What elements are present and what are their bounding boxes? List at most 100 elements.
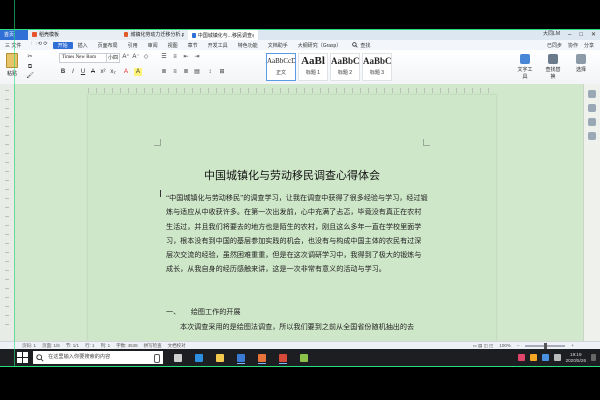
volume-icon[interactable] bbox=[553, 354, 561, 361]
strikethrough-icon[interactable]: A bbox=[89, 68, 97, 76]
style-sample: AaBbC bbox=[363, 56, 392, 66]
increase-indent-icon[interactable]: ⇥ bbox=[193, 53, 201, 61]
cut-icon[interactable]: ✂ bbox=[26, 53, 34, 61]
side-tool-icon[interactable] bbox=[588, 104, 596, 112]
text-tools-button[interactable]: 文字工具 bbox=[516, 54, 534, 80]
align-left-icon[interactable]: ≣ bbox=[160, 68, 168, 76]
menu-home[interactable]: 开始 bbox=[52, 41, 73, 49]
pptx-icon bbox=[124, 32, 129, 37]
minimize-icon[interactable]: – bbox=[568, 32, 571, 38]
menu-chapters[interactable]: 章节 bbox=[183, 42, 203, 49]
font-color-icon[interactable]: A bbox=[122, 68, 130, 76]
subscript-icon[interactable]: x₂ bbox=[109, 68, 117, 76]
explorer-taskbar-button[interactable] bbox=[213, 351, 227, 364]
align-right-icon[interactable]: ≣ bbox=[182, 68, 190, 76]
menu-review[interactable]: 审阅 bbox=[143, 42, 163, 49]
style-heading-2[interactable]: AaBbC 标题 2 bbox=[330, 53, 360, 81]
grow-font-icon[interactable]: A⁺ bbox=[122, 53, 130, 61]
menu-insert[interactable]: 插入 bbox=[73, 42, 93, 49]
align-center-icon[interactable]: ≡ bbox=[171, 68, 179, 76]
justify-icon[interactable]: ▤ bbox=[193, 68, 201, 76]
document-title[interactable]: 中国城镇化与劳动移民调查心得体会 bbox=[88, 167, 496, 183]
maximize-icon[interactable]: □ bbox=[579, 32, 583, 38]
menu-features[interactable]: 特色功能 bbox=[233, 42, 263, 49]
style-gallery: AaBbCcDd 正文 AaBl 标题 1 AaBbC 标题 2 AaBbC 标… bbox=[266, 53, 392, 81]
body-paragraph[interactable]: 本次调查采用的是绘图法调查，所以我们要到之前从全国省份随机抽出的去 bbox=[166, 320, 428, 334]
superscript-icon[interactable]: x² bbox=[99, 68, 107, 76]
side-tool-icon[interactable] bbox=[588, 90, 596, 98]
tray-app-icon[interactable] bbox=[529, 354, 537, 361]
network-icon[interactable] bbox=[541, 354, 549, 361]
numbering-icon[interactable]: ≡ bbox=[171, 53, 179, 61]
text-tools-icon bbox=[520, 54, 530, 64]
zoom-slider[interactable] bbox=[525, 343, 566, 349]
wps-presentation-taskbar-button[interactable] bbox=[255, 351, 269, 364]
menu-outline[interactable]: 大纲研究（Grasp） bbox=[293, 42, 347, 49]
menu-view[interactable]: 视图 bbox=[163, 42, 183, 49]
search-label: 查找 bbox=[360, 42, 371, 49]
close-icon[interactable]: ✕ bbox=[591, 31, 596, 38]
border-icon[interactable]: ⊞ bbox=[218, 68, 226, 76]
overlay-frame-left bbox=[14, 0, 15, 366]
quick-access-icons[interactable]: 🗀 ⟲ ⟳ bbox=[26, 41, 52, 49]
select-button[interactable]: 选择 bbox=[572, 54, 590, 80]
user-name[interactable]: 大同LM bbox=[543, 29, 560, 40]
paste-label: 粘贴 bbox=[6, 71, 17, 77]
find-replace-button[interactable]: 查找替换 bbox=[544, 54, 562, 80]
wps-writer-taskbar-button[interactable] bbox=[234, 351, 248, 364]
side-tool-icon[interactable] bbox=[588, 132, 596, 140]
menu-references[interactable]: 引用 bbox=[123, 42, 143, 49]
menu-dev-tools[interactable]: 开发工具 bbox=[203, 42, 233, 49]
tab-presentation[interactable]: 城镇化劳动力迁移分析.pptx bbox=[120, 29, 188, 40]
section-heading[interactable]: 一、 绘图工作的开展 bbox=[166, 305, 428, 319]
style-normal[interactable]: AaBbCcDd 正文 bbox=[266, 53, 296, 81]
menu-page-layout[interactable]: 页面布局 bbox=[93, 42, 123, 49]
decrease-indent-icon[interactable]: ⇤ bbox=[182, 53, 190, 61]
line-spacing-icon[interactable]: ↕ bbox=[206, 68, 214, 76]
menu-doc-assistant[interactable]: 文档助手 bbox=[263, 42, 293, 49]
tool-label: 查找替换 bbox=[545, 67, 561, 80]
media-taskbar-button[interactable] bbox=[297, 351, 311, 364]
side-toolbar bbox=[583, 84, 600, 341]
bold-icon[interactable]: B bbox=[59, 68, 67, 76]
bullets-icon[interactable]: ☰ bbox=[160, 53, 168, 61]
style-heading-1[interactable]: AaBl 标题 1 bbox=[298, 53, 328, 81]
taskbar-search-box[interactable]: 在这里输入你要搜索的内容 bbox=[33, 351, 163, 364]
paste-button[interactable]: 粘贴 bbox=[5, 53, 19, 79]
format-painter-icon[interactable]: 🖌 bbox=[26, 72, 34, 80]
style-heading-3[interactable]: AaBbC 标题 3 bbox=[362, 53, 392, 81]
microphone-icon[interactable] bbox=[154, 354, 160, 363]
sync-status[interactable]: 已同步 bbox=[547, 42, 562, 49]
document-area[interactable]: 中国城镇化与劳动移民调查心得体会 “中国城镇化与劳动移民”的调查学习，让我在调查… bbox=[0, 84, 600, 341]
highlight-icon[interactable]: A bbox=[134, 68, 142, 76]
search-placeholder: 在这里输入你要搜索的内容 bbox=[48, 354, 111, 360]
copy-icon[interactable]: ⧉ bbox=[26, 63, 34, 71]
clock[interactable]: 19:19 2020/5/26 bbox=[566, 352, 586, 364]
clock-date: 2020/5/26 bbox=[565, 357, 586, 363]
font-size-select[interactable]: 小四 bbox=[106, 53, 120, 63]
tray-app-icon[interactable] bbox=[517, 354, 525, 361]
notification-icon[interactable] bbox=[591, 354, 596, 361]
document-page[interactable]: 中国城镇化与劳动移民调查心得体会 “中国城镇化与劳动移民”的调查学习，让我在调查… bbox=[88, 95, 496, 341]
underline-icon[interactable]: U bbox=[79, 68, 87, 76]
taskbar-apps bbox=[171, 351, 311, 364]
collaborate-button[interactable]: 协作 bbox=[568, 42, 578, 49]
tab-templates[interactable]: 稻壳模板 bbox=[28, 29, 120, 40]
task-view-icon bbox=[174, 353, 182, 362]
paragraph-text: 本次调查采用的是绘图法调查，所以我们要到之前从全国省份随机抽出的去 bbox=[180, 323, 415, 331]
horizontal-ruler[interactable] bbox=[88, 88, 496, 93]
share-button[interactable]: 分享 bbox=[584, 42, 594, 49]
tab-document[interactable]: 中国城镇化与...移民调查心得体会 bbox=[188, 28, 258, 41]
windows-start-icon[interactable] bbox=[17, 352, 29, 363]
shrink-font-icon[interactable]: A⁻ bbox=[132, 53, 140, 61]
font-name-select[interactable]: Times New Rom bbox=[59, 53, 107, 63]
menu-search[interactable]: 查找 bbox=[352, 42, 370, 49]
edge-taskbar-button[interactable] bbox=[192, 351, 206, 364]
wps-office-taskbar-button[interactable] bbox=[276, 351, 290, 364]
clear-format-icon[interactable]: ◇ bbox=[142, 53, 150, 61]
italic-icon[interactable]: I bbox=[69, 68, 77, 76]
body-paragraph[interactable]: “中国城镇化与劳动移民”的调查学习，让我在调查中获得了很多经验与学习，经过锻炼与… bbox=[166, 191, 428, 277]
task-view-taskbar-button[interactable] bbox=[171, 351, 185, 364]
side-tool-icon[interactable] bbox=[588, 118, 596, 126]
menu-bar: 三 文件 🗀 ⟲ ⟳ 开始 插入 页面布局 引用 审阅 视图 章节 开发工具 特… bbox=[0, 40, 600, 50]
